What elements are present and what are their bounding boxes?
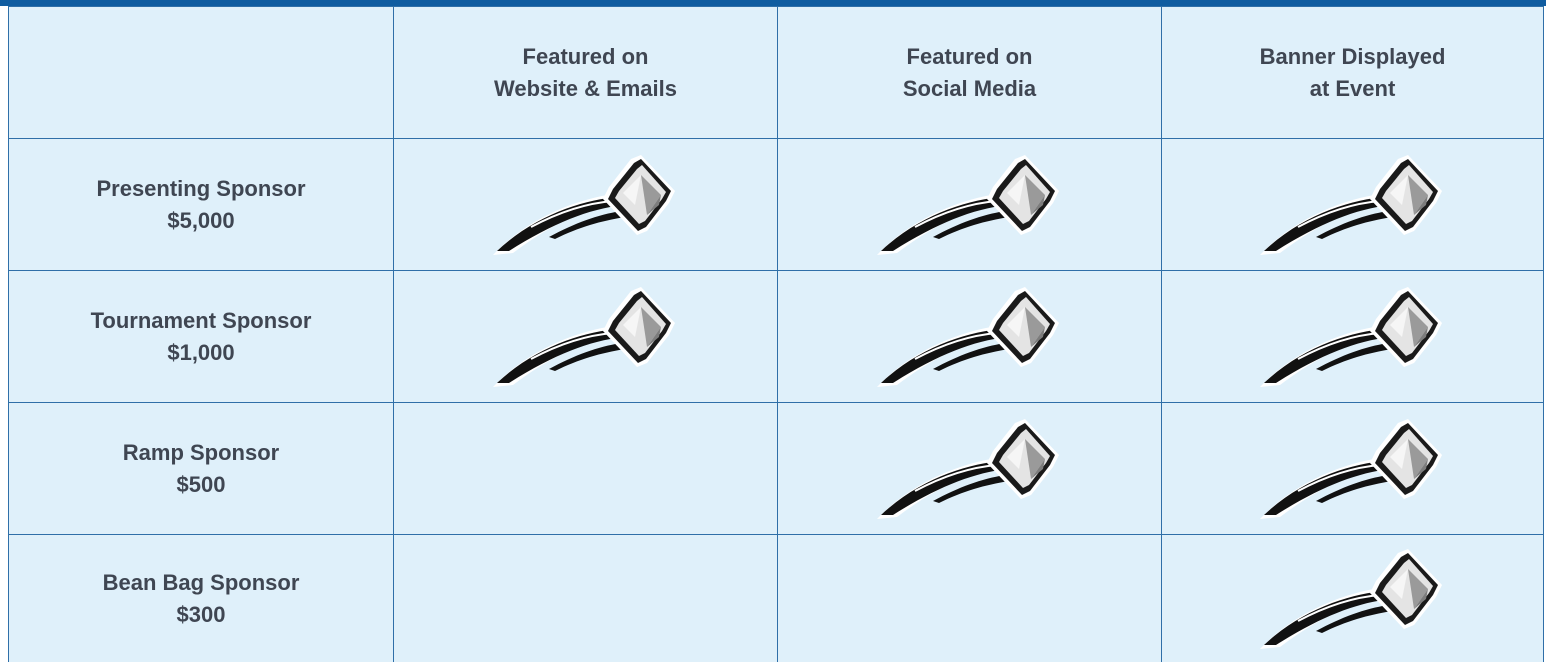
flying-bean-bag-icon [1258, 153, 1448, 257]
benefit-cell [777, 534, 1161, 662]
benefit-cell [1161, 270, 1544, 402]
benefit-cell [393, 534, 777, 662]
flying-bean-bag-icon [491, 153, 681, 257]
column-header-label: Banner Displayed at Event [1259, 43, 1446, 101]
flying-bean-bag-icon [1258, 417, 1448, 521]
column-header-banner: Banner Displayed at Event [1161, 6, 1544, 138]
flying-bean-bag-icon [875, 153, 1065, 257]
benefit-cell [777, 402, 1161, 534]
tier-price: $500 [176, 471, 226, 497]
tier-name: Bean Bag Sponsor [102, 569, 300, 595]
flying-bean-bag-icon [875, 417, 1065, 521]
benefit-cell [1161, 534, 1544, 662]
column-header-social-media: Featured on Social Media [777, 6, 1161, 138]
benefit-cell [1161, 138, 1544, 270]
tier-price: $300 [176, 601, 226, 627]
tier-name: Tournament Sponsor [90, 307, 312, 333]
sponsorship-table: Featured on Website & Emails Featured on… [8, 6, 1544, 662]
row-header-bean-bag: Bean Bag Sponsor $300 [8, 534, 393, 662]
benefit-cell [393, 138, 777, 270]
column-header-label: Featured on Social Media [902, 43, 1037, 101]
benefit-cell [393, 270, 777, 402]
row-header-presenting: Presenting Sponsor $5,000 [8, 138, 393, 270]
row-header-ramp: Ramp Sponsor $500 [8, 402, 393, 534]
benefit-cell [777, 138, 1161, 270]
tier-price: $5,000 [167, 207, 235, 233]
column-header-website-emails: Featured on Website & Emails [393, 6, 777, 138]
header-corner-cell [8, 6, 393, 138]
flying-bean-bag-icon [1258, 547, 1448, 651]
flying-bean-bag-icon [491, 285, 681, 389]
benefit-cell [393, 402, 777, 534]
column-header-label: Featured on Website & Emails [494, 43, 677, 101]
benefit-cell [1161, 402, 1544, 534]
row-header-tournament: Tournament Sponsor $1,000 [8, 270, 393, 402]
tier-price: $1,000 [167, 339, 235, 365]
tier-name: Ramp Sponsor [122, 439, 280, 465]
tier-name: Presenting Sponsor [96, 175, 306, 201]
flying-bean-bag-icon [875, 285, 1065, 389]
flying-bean-bag-icon [1258, 285, 1448, 389]
benefit-cell [777, 270, 1161, 402]
